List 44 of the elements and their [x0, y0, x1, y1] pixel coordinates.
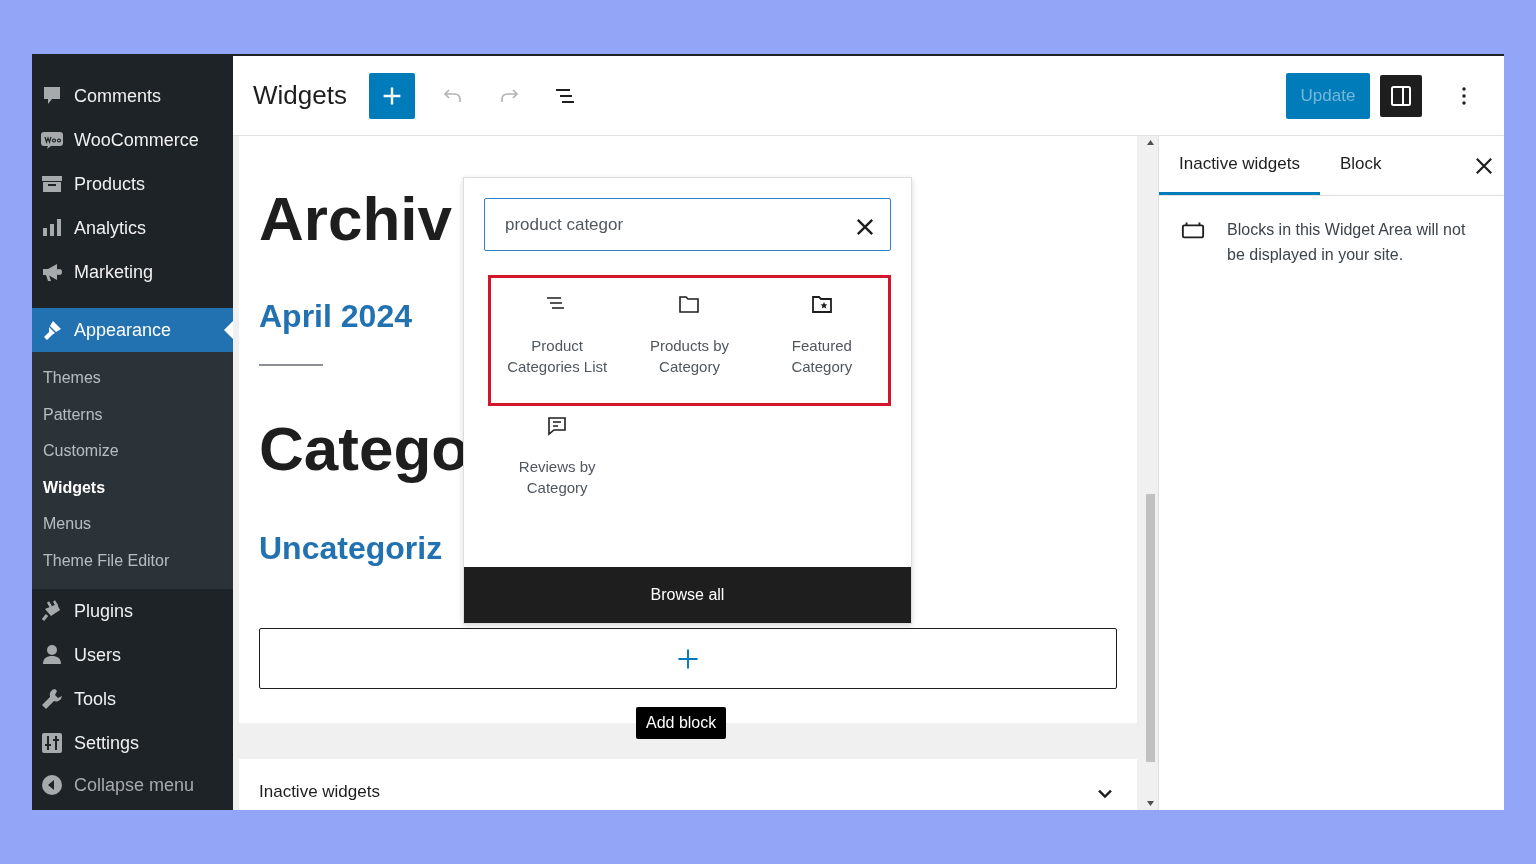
heading-link[interactable]: April 2024: [259, 300, 412, 332]
submenu-item[interactable]: Customize: [32, 433, 233, 470]
submenu-item[interactable]: Theme File Editor: [32, 542, 233, 579]
sidebar-item[interactable]: Plugins: [32, 589, 233, 633]
search-field[interactable]: product categor: [484, 198, 891, 251]
block-result[interactable]: Products by Category: [623, 293, 756, 377]
wrench-icon: [40, 687, 64, 711]
block-result[interactable]: Reviews by Category: [491, 414, 624, 498]
sidebar-item[interactable]: Comments: [32, 74, 233, 118]
sliders-icon: [40, 731, 64, 755]
user-silhouette-icon: [40, 643, 64, 667]
submenu-item[interactable]: Widgets: [32, 469, 233, 506]
submenu-item[interactable]: Patterns: [32, 396, 233, 433]
collapse-menu-link[interactable]: Collapse menu: [32, 763, 233, 807]
sidebar-item[interactable]: Users: [32, 633, 233, 677]
sidebar-item[interactable]: Analytics: [32, 206, 233, 250]
browse-all-button[interactable]: Browse all: [464, 567, 911, 623]
page-title: Widgets: [253, 79, 347, 112]
sidebar-item[interactable]: WooCommerce: [32, 118, 233, 162]
add-block-button[interactable]: [368, 72, 415, 119]
add-block-appender[interactable]: [259, 628, 1117, 689]
description-text: Blocks in this Widget Area will not be displayed in your site.: [1227, 220, 1467, 265]
scrollbar-thumb[interactable]: [1146, 494, 1155, 762]
panel-tab[interactable]: Inactive widgets: [1159, 136, 1320, 195]
sidebar-panel-icon: [1389, 83, 1413, 108]
sidebar-item[interactable]: Tools: [32, 677, 233, 721]
heading-text: Archiv: [259, 188, 452, 250]
sidebar-item[interactable]: Products: [32, 162, 233, 206]
sidebar-item[interactable]: Appearance: [32, 308, 233, 352]
scroll-up-icon[interactable]: [1147, 140, 1154, 145]
submenu-item[interactable]: Menus: [32, 506, 233, 543]
settings-panel-toggle[interactable]: [1380, 74, 1422, 117]
block-result[interactable]: Featured Category: [755, 293, 888, 377]
block-result[interactable]: Product Categories List: [491, 293, 624, 377]
tooltip: Add block: [636, 707, 727, 739]
sidebar-item[interactable]: Marketing: [32, 250, 233, 294]
scrollbar[interactable]: [1143, 136, 1158, 810]
scroll-down-icon[interactable]: [1147, 801, 1154, 806]
plus-icon: [676, 646, 700, 671]
heading-link[interactable]: Uncategoriz: [259, 532, 443, 564]
sidebar-item[interactable]: Settings: [32, 721, 233, 765]
panel-tab[interactable]: Block: [1319, 136, 1402, 195]
vertical-dots-icon: [1462, 86, 1466, 105]
submenu-item[interactable]: Themes: [32, 360, 233, 397]
